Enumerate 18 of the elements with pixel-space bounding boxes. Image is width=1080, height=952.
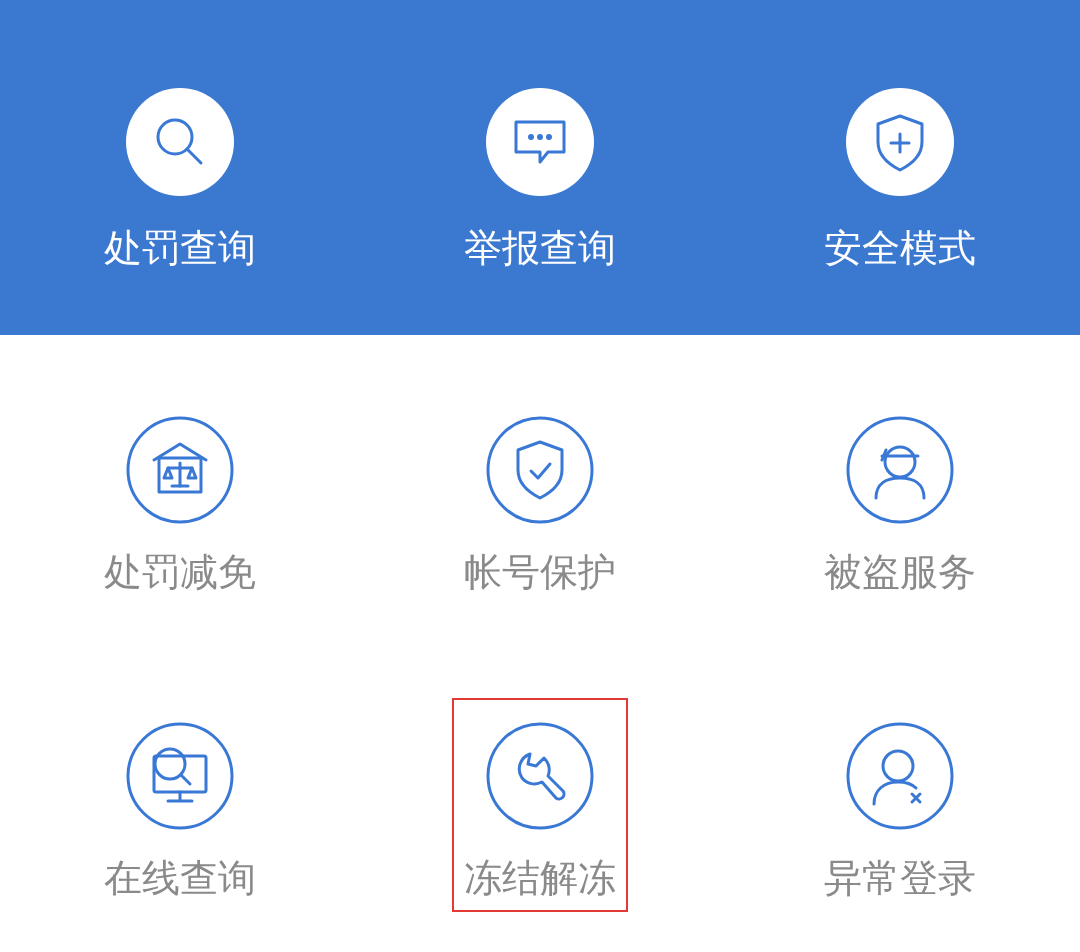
masked-person-icon xyxy=(846,416,954,524)
shield-check-icon xyxy=(486,416,594,524)
search-icon xyxy=(126,88,234,196)
service-button[interactable]: 异常登录 xyxy=(812,698,988,912)
person-x-icon xyxy=(846,722,954,830)
action-button[interactable]: 安全模式 xyxy=(812,64,988,282)
shield-plus-icon xyxy=(846,88,954,196)
service-button[interactable]: 在线查询 xyxy=(92,698,268,912)
service-button[interactable]: 帐号保护 xyxy=(452,392,628,606)
wrench-icon xyxy=(486,722,594,830)
courthouse-icon xyxy=(126,416,234,524)
chat-icon xyxy=(486,88,594,196)
service-button[interactable]: 被盗服务 xyxy=(812,392,988,606)
monitor-search-icon xyxy=(126,722,234,830)
action-button[interactable]: 举报查询 xyxy=(452,64,628,282)
service-button[interactable]: 处罚减免 xyxy=(92,392,268,606)
service-button[interactable]: 冻结解冻 xyxy=(452,698,628,912)
action-button[interactable]: 处罚查询 xyxy=(92,64,268,282)
